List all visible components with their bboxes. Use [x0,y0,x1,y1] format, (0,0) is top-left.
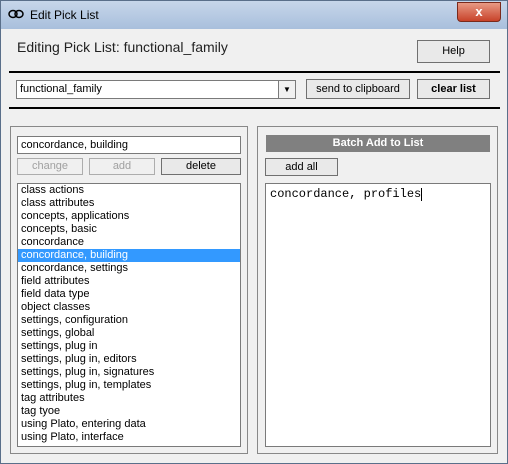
send-to-clipboard-button[interactable]: send to clipboard [306,79,410,99]
chevron-down-icon[interactable]: ▼ [278,81,295,98]
pick-list-items[interactable]: class actions class attributes concepts, a… [17,183,241,447]
list-item[interactable]: field data type [18,288,240,301]
list-item[interactable]: using Plato, interface [18,431,240,444]
list-item[interactable]: settings, plug in, editors [18,353,240,366]
help-button[interactable]: Help [417,40,490,63]
clear-list-button[interactable]: clear list [417,79,490,99]
delete-button[interactable]: delete [161,158,241,175]
pick-list-select[interactable]: functional_family ▼ [16,80,296,99]
list-item[interactable]: concordance, settings [18,262,240,275]
list-item[interactable]: class actions [18,184,240,197]
list-item[interactable]: object classes [18,301,240,314]
page-title: Editing Pick List: functional_family [17,39,228,55]
list-item[interactable]: concordance [18,236,240,249]
add-button[interactable]: add [89,158,155,175]
list-item[interactable]: class attributes [18,197,240,210]
list-item[interactable]: concepts, applications [18,210,240,223]
batch-add-textarea[interactable]: concordance, profiles [265,183,491,447]
divider-top [9,71,500,73]
pick-list-select-value: functional_family [20,83,102,95]
list-item[interactable]: field attributes [18,275,240,288]
batch-add-header: Batch Add to List [266,135,490,152]
title-bar[interactable]: Edit Pick List x [1,1,507,29]
edit-pick-list-window: Edit Pick List x Editing Pick List: func… [0,0,508,464]
list-item[interactable]: concepts, basic [18,223,240,236]
window-title: Edit Pick List [30,8,99,22]
change-button[interactable]: change [17,158,83,175]
list-item[interactable]: tag tyoe [18,405,240,418]
divider-bottom [9,107,500,109]
list-item[interactable]: settings, configuration [18,314,240,327]
list-item[interactable]: settings, plug in, templates [18,379,240,392]
list-item[interactable]: settings, plug in, signatures [18,366,240,379]
add-all-button[interactable]: add all [265,158,338,176]
list-item[interactable]: settings, plug in [18,340,240,353]
app-chain-icon [8,9,24,19]
list-item[interactable]: using Plato, entering data [18,418,240,431]
list-item[interactable]: tag attributes [18,392,240,405]
close-button[interactable]: x [457,2,501,22]
batch-add-text: concordance, profiles [270,187,422,201]
entry-input[interactable]: concordance, building [17,136,241,154]
list-item[interactable]: settings, global [18,327,240,340]
text-caret [421,188,423,201]
list-item[interactable]: concordance, building [18,249,240,262]
